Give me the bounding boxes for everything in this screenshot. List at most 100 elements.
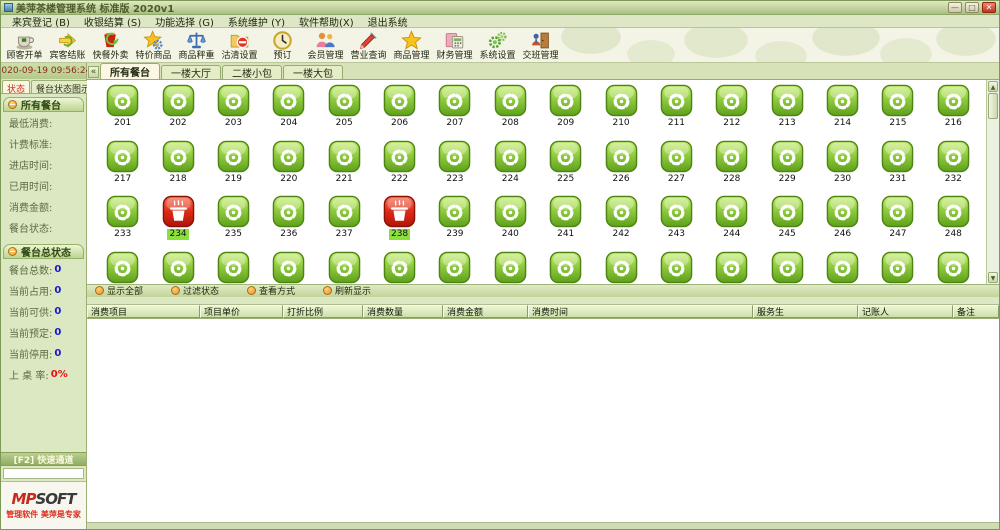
table-cell-211[interactable]: 211 xyxy=(649,84,704,140)
table-cell-222[interactable]: 222 xyxy=(372,140,427,196)
table-cell-249[interactable]: 249 xyxy=(95,251,150,284)
column-header-5[interactable]: 消费时间 xyxy=(528,305,753,318)
table-cell-212[interactable]: 212 xyxy=(704,84,759,140)
table-cell-253[interactable]: 253 xyxy=(317,251,372,284)
toolbar-button-query[interactable]: 营业查询 xyxy=(347,30,390,61)
table-cell-209[interactable]: 209 xyxy=(538,84,593,140)
table-cell-226[interactable]: 226 xyxy=(593,140,648,196)
column-header-7[interactable]: 记账人 xyxy=(858,305,953,318)
toolbar-button-arrow[interactable]: 宾客结账 xyxy=(46,30,89,61)
grid-toolbar-button-3[interactable]: 刷新显示 xyxy=(323,284,371,297)
table-cell-243[interactable]: 243 xyxy=(649,195,704,251)
table-cell-258[interactable]: 258 xyxy=(593,251,648,284)
table-cell-256[interactable]: 256 xyxy=(483,251,538,284)
table-cell-204[interactable]: 204 xyxy=(261,84,316,140)
menu-item-2[interactable]: 功能选择 (G) xyxy=(148,14,221,29)
column-header-8[interactable]: 备注 xyxy=(953,305,999,318)
table-cell-210[interactable]: 210 xyxy=(593,84,648,140)
table-cell-257[interactable]: 257 xyxy=(538,251,593,284)
tab-0-active[interactable]: 所有餐台 xyxy=(100,63,160,79)
table-cell-601[interactable]: 601 xyxy=(760,251,815,284)
close-button[interactable]: ✕ xyxy=(982,2,996,13)
table-cell-252[interactable]: 252 xyxy=(261,251,316,284)
scroll-down-icon[interactable]: ▼ xyxy=(988,272,998,283)
table-cell-202[interactable]: 202 xyxy=(150,84,205,140)
table-cell-215[interactable]: 215 xyxy=(870,84,925,140)
toolbar-button-finance[interactable]: 财务管理 xyxy=(433,30,476,61)
table-cell-237[interactable]: 237 xyxy=(317,195,372,251)
table-cell-219[interactable]: 219 xyxy=(206,140,261,196)
table-cell-232[interactable]: 232 xyxy=(926,140,981,196)
scroll-up-icon[interactable]: ▲ xyxy=(988,81,998,92)
table-cell-203[interactable]: 203 xyxy=(206,84,261,140)
toolbar-button-door[interactable]: 交班管理 xyxy=(519,30,562,61)
column-header-0[interactable]: 消费项目 xyxy=(87,305,200,318)
table-cell-225[interactable]: 225 xyxy=(538,140,593,196)
vertical-scrollbar[interactable]: ▲ ▼ xyxy=(986,80,999,284)
table-cell-236[interactable]: 236 xyxy=(261,195,316,251)
table-cell-238[interactable]: 238 xyxy=(372,195,427,251)
toolbar-button-soldout[interactable]: 沽清设置 xyxy=(218,30,261,61)
table-cell-214[interactable]: 214 xyxy=(815,84,870,140)
table-cell-260[interactable]: 260 xyxy=(704,251,759,284)
grid-toolbar-button-0[interactable]: 显示全部 xyxy=(95,284,143,297)
menu-item-3[interactable]: 系统维护 (Y) xyxy=(221,14,292,29)
maximize-button[interactable]: □ xyxy=(965,2,979,13)
table-cell-245[interactable]: 245 xyxy=(760,195,815,251)
table-cell-250[interactable]: 250 xyxy=(150,251,205,284)
table-cell-242[interactable]: 242 xyxy=(593,195,648,251)
table-cell-213[interactable]: 213 xyxy=(760,84,815,140)
table-cell-234[interactable]: 234 xyxy=(150,195,205,251)
table-cell-251[interactable]: 251 xyxy=(206,251,261,284)
table-cell-239[interactable]: 239 xyxy=(427,195,482,251)
panel-all-tables-header[interactable]: − 所有餐台 xyxy=(3,97,84,112)
menu-item-1[interactable]: 收银结算 (S) xyxy=(77,14,148,29)
table-cell-235[interactable]: 235 xyxy=(206,195,261,251)
toolbar-button-gears[interactable]: 系统设置 xyxy=(476,30,519,61)
table-cell-207[interactable]: 207 xyxy=(427,84,482,140)
column-header-2[interactable]: 打折比例 xyxy=(283,305,363,318)
table-cell-231[interactable]: 231 xyxy=(870,140,925,196)
table-cell-246[interactable]: 246 xyxy=(815,195,870,251)
table-cell-218[interactable]: 218 xyxy=(150,140,205,196)
column-header-6[interactable]: 服务生 xyxy=(753,305,858,318)
table-cell-247[interactable]: 247 xyxy=(870,195,925,251)
toolbar-button-takeout[interactable]: 快餐外卖 xyxy=(89,30,132,61)
sidebar-tab-status[interactable]: 状态 xyxy=(2,80,30,93)
toolbar-button-star-gear[interactable]: 特价商品 xyxy=(132,30,175,61)
table-cell-223[interactable]: 223 xyxy=(427,140,482,196)
table-cell-602[interactable]: 602 xyxy=(815,251,870,284)
menu-item-4[interactable]: 软件帮助(X) xyxy=(292,14,361,29)
table-cell-228[interactable]: 228 xyxy=(704,140,759,196)
table-cell-604[interactable]: 604 xyxy=(926,251,981,284)
table-cell-217[interactable]: 217 xyxy=(95,140,150,196)
table-cell-220[interactable]: 220 xyxy=(261,140,316,196)
toolbar-button-clock[interactable]: 预订 xyxy=(261,30,304,61)
menu-item-5[interactable]: 退出系统 xyxy=(361,14,415,29)
collapse-sidebar-button[interactable]: « xyxy=(88,66,99,78)
column-header-4[interactable]: 消费金额 xyxy=(443,305,528,318)
grid-toolbar-button-2[interactable]: 查看方式 xyxy=(247,284,295,297)
tab-2[interactable]: 二楼小包 xyxy=(222,65,282,79)
column-header-3[interactable]: 消费数量 xyxy=(363,305,443,318)
table-cell-208[interactable]: 208 xyxy=(483,84,538,140)
toolbar-button-members[interactable]: 会员管理 xyxy=(304,30,347,61)
table-cell-206[interactable]: 206 xyxy=(372,84,427,140)
toolbar-button-star[interactable]: 商品管理 xyxy=(390,30,433,61)
grid-toolbar-button-1[interactable]: 过滤状态 xyxy=(171,284,219,297)
panel-status-header[interactable]: − 餐台总状态 xyxy=(3,244,84,259)
table-cell-227[interactable]: 227 xyxy=(649,140,704,196)
table-cell-259[interactable]: 259 xyxy=(649,251,704,284)
menu-item-0[interactable]: 来宾登记 (B) xyxy=(5,14,77,29)
table-cell-230[interactable]: 230 xyxy=(815,140,870,196)
column-header-1[interactable]: 项目单价 xyxy=(200,305,283,318)
table-cell-201[interactable]: 201 xyxy=(95,84,150,140)
table-cell-221[interactable]: 221 xyxy=(317,140,372,196)
toolbar-button-scale[interactable]: 商品秤重 xyxy=(175,30,218,61)
tab-3[interactable]: 一楼大包 xyxy=(283,65,343,79)
sidebar-tab-diagram[interactable]: 餐台状态图示 xyxy=(31,80,95,93)
scrollbar-thumb[interactable] xyxy=(988,93,998,119)
table-cell-216[interactable]: 216 xyxy=(926,84,981,140)
table-cell-229[interactable]: 229 xyxy=(760,140,815,196)
table-cell-248[interactable]: 248 xyxy=(926,195,981,251)
